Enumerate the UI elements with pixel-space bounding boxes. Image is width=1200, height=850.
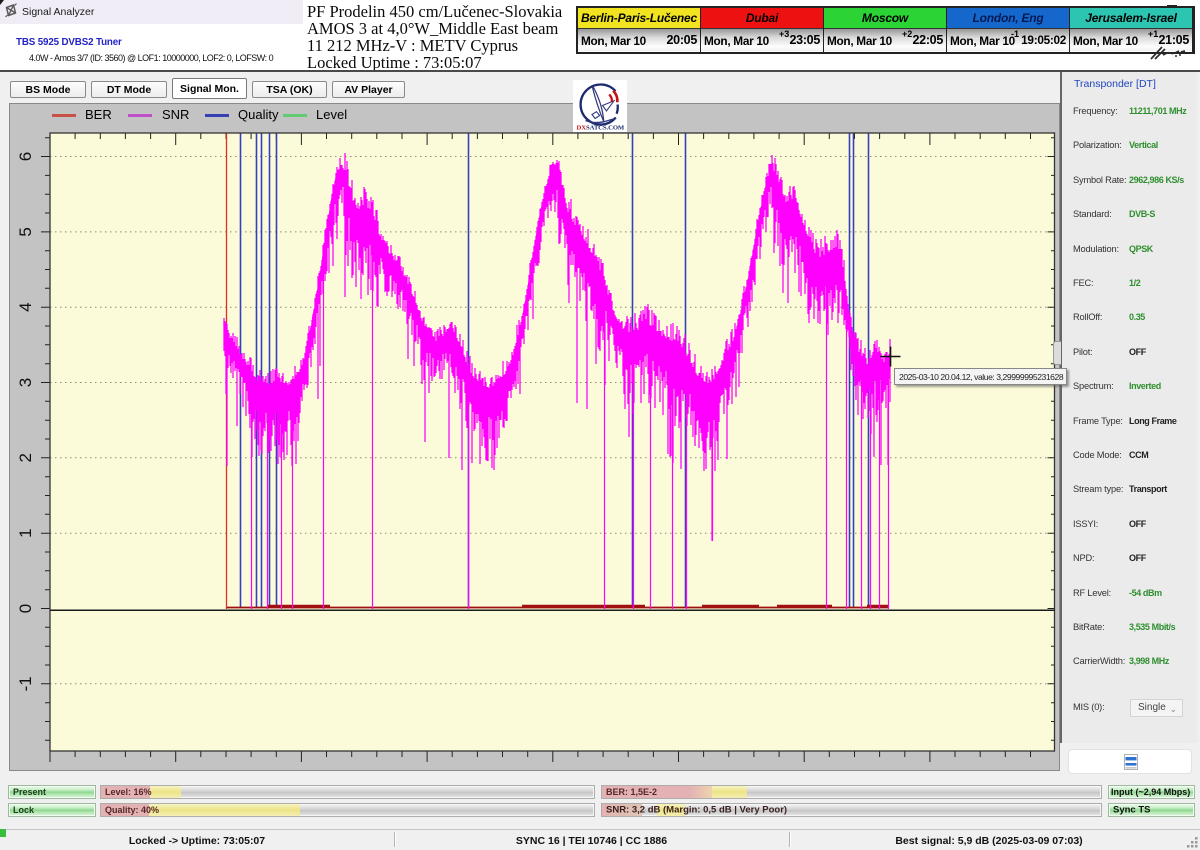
svg-text:6: 6: [16, 152, 35, 161]
svg-text:-1: -1: [16, 676, 35, 691]
svg-text:2: 2: [16, 453, 35, 462]
svg-text:0: 0: [16, 604, 35, 613]
svg-text:4: 4: [16, 302, 35, 311]
svg-text:5: 5: [16, 227, 35, 236]
svg-text:3: 3: [16, 378, 35, 387]
svg-text:DXSATCS.COM: DXSATCS.COM: [577, 125, 625, 132]
svg-text:1: 1: [16, 528, 35, 537]
